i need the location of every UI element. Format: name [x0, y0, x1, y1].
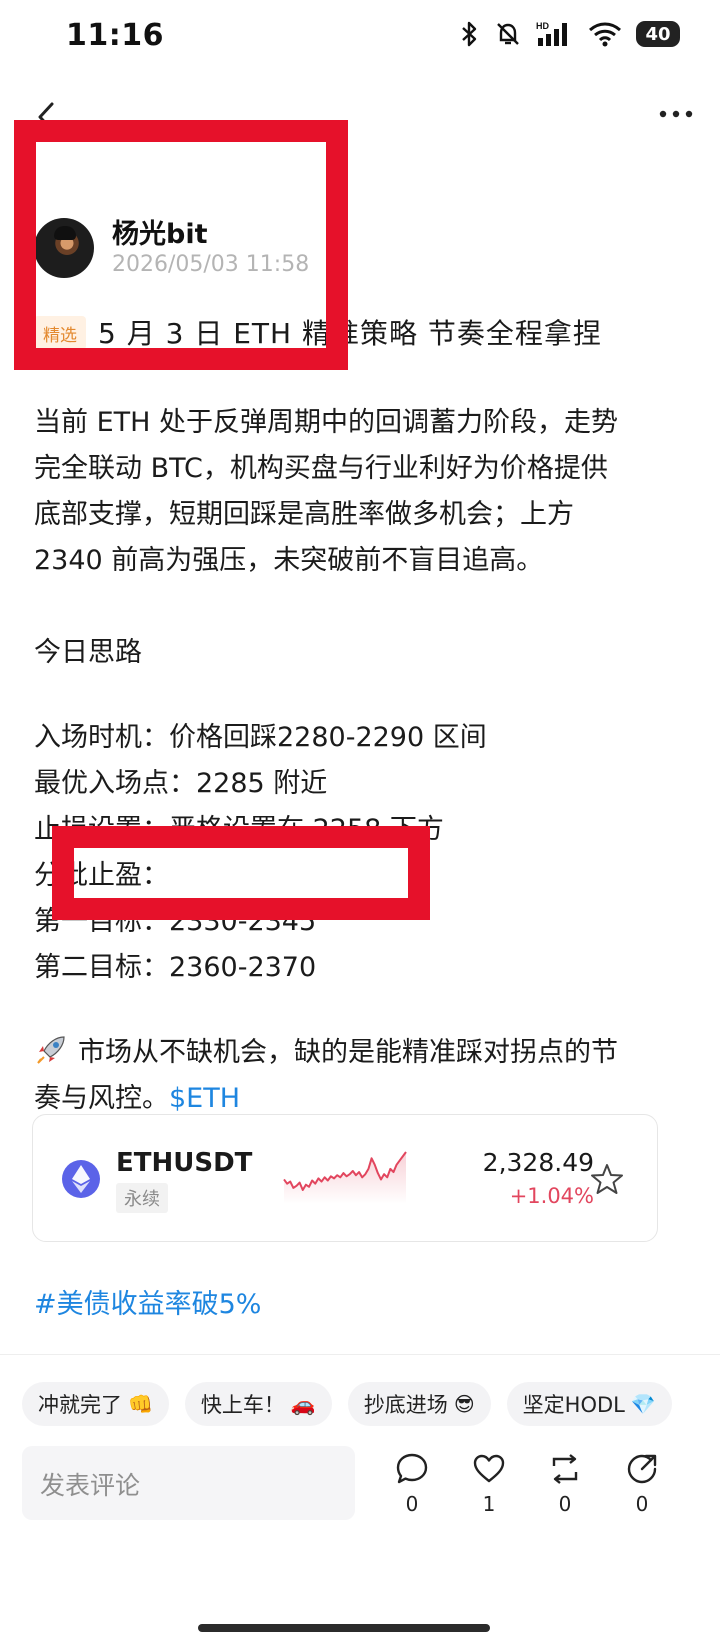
body-line: 2340 前高为强压，未突破前不盲目追高。 — [34, 545, 544, 576]
bottom-divider — [0, 1354, 720, 1355]
eth-logo-icon — [62, 1160, 100, 1198]
like-count: 1 — [482, 1492, 496, 1516]
share-count: 0 — [635, 1492, 649, 1516]
topic-hashtag[interactable]: #美债收益率破5% — [34, 1282, 261, 1321]
more-options-icon[interactable] — [658, 108, 694, 120]
battery-indicator: 40 — [636, 21, 680, 47]
quick-reply-bar: 冲就完了 👊 快上车！ 🚗 抄底进场 😎 坚定HODL 💎 — [22, 1382, 672, 1426]
wifi-icon — [589, 22, 621, 47]
section-heading: 今日思路 — [34, 637, 142, 668]
plan-line: 入场时机：价格回踩2280-2290 区间 — [34, 722, 487, 753]
car-emoji-icon: 🚗 — [290, 1392, 316, 1416]
plan-line: 第二目标：2360-2370 — [34, 952, 317, 983]
share-action[interactable]: 0 — [614, 1452, 670, 1516]
bluetooth-icon — [462, 21, 477, 47]
favorite-star-icon[interactable] — [590, 1162, 624, 1196]
cellular-signal-icon: HD — [536, 21, 567, 46]
repost-count: 0 — [558, 1492, 572, 1516]
quick-reply-chip[interactable]: 快上车！ 🚗 — [184, 1382, 332, 1426]
price-sparkline — [283, 1151, 407, 1204]
quick-reply-chip[interactable]: 抄底进场 😎 — [347, 1382, 491, 1426]
like-action[interactable]: 1 — [461, 1452, 517, 1516]
closing-text: 市场从不缺机会，缺的是能精准踩对拐点的节 — [78, 1037, 618, 1068]
body-line: 底部支撑，短期回踩是高胜率做多机会；上方 — [34, 499, 574, 530]
post-paragraph: 当前 ETH 处于反弹周期中的回调蓄力阶段，走势 完全联动 BTC，机构买盘与行… — [34, 400, 694, 584]
sunglasses-emoji-icon: 😎 — [453, 1392, 475, 1416]
chip-label: 抄底进场 — [363, 1393, 448, 1417]
svg-text:HD: HD — [536, 21, 549, 31]
comment-placeholder: 发表评论 — [40, 1471, 141, 1500]
chip-label: 坚定HODL — [522, 1393, 625, 1417]
chip-label: 快上车！ — [200, 1393, 285, 1417]
repost-action[interactable]: 0 — [537, 1452, 593, 1516]
body-line: 当前 ETH 处于反弹周期中的回调蓄力阶段，走势 — [34, 407, 619, 438]
closing-paragraph: 市场从不缺机会，缺的是能精准踩对拐点的节 奏与风控。$ETH — [34, 1030, 694, 1122]
annotation-box-author — [14, 120, 348, 370]
quick-reply-chip[interactable]: 坚定HODL 💎 — [506, 1382, 672, 1426]
heart-icon — [473, 1454, 505, 1483]
plan-line: 最优入场点：2285 附近 — [34, 768, 328, 799]
ticker-symbol: ETHUSDT — [116, 1148, 253, 1178]
status-icons: HD 40 — [460, 20, 680, 48]
status-time: 11:16 — [66, 18, 164, 53]
cashtag-link[interactable]: $ETH — [169, 1083, 240, 1114]
share-arrow-icon — [627, 1454, 657, 1484]
mute-bell-icon — [497, 23, 519, 45]
annotation-box-target — [52, 826, 430, 920]
chip-label: 冲就完了 — [38, 1393, 122, 1417]
comment-action[interactable]: 0 — [384, 1452, 440, 1516]
home-indicator — [198, 1624, 490, 1632]
closing-text: 奏与风控。 — [34, 1083, 169, 1114]
quick-reply-chip[interactable]: 冲就完了 👊 — [22, 1382, 169, 1426]
body-line: 完全联动 BTC，机构买盘与行业利好为价格提供 — [34, 453, 608, 484]
contract-type-badge: 永续 — [116, 1183, 168, 1213]
comment-count: 0 — [405, 1492, 419, 1516]
ticker-change: +1.04% — [509, 1184, 594, 1208]
diamond-emoji-icon: 💎 — [630, 1392, 656, 1416]
fist-emoji-icon: 👊 — [128, 1392, 153, 1416]
repost-icon — [552, 1454, 578, 1484]
ticker-price: 2,328.49 — [482, 1148, 594, 1177]
rocket-icon — [37, 1036, 65, 1064]
comment-bubble-icon — [396, 1453, 428, 1484]
